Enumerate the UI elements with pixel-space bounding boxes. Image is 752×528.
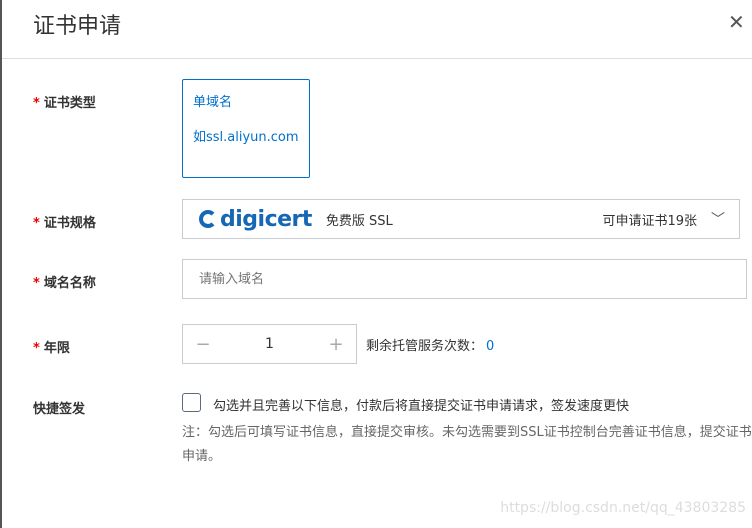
- watermark: https://blog.csdn.net/qq_43803285: [500, 500, 746, 516]
- close-icon[interactable]: ✕: [728, 10, 745, 34]
- digicert-logo: digicert: [199, 207, 312, 232]
- years-stepper[interactable]: − 1 +: [182, 324, 357, 364]
- product-name: 免费版 SSL: [325, 213, 393, 229]
- available-count: 可申请证书19张: [602, 213, 697, 229]
- quick-issue-label: 快捷签发: [33, 402, 86, 417]
- years-label: * 年限: [33, 341, 70, 356]
- increment-button[interactable]: +: [316, 334, 356, 355]
- quick-issue-checkbox[interactable]: [182, 393, 201, 412]
- window-edge: [0, 0, 2, 528]
- chevron-down-icon: ﹀: [711, 212, 725, 228]
- dialog-title: 证书申请: [33, 14, 122, 39]
- domain-input[interactable]: [182, 259, 747, 299]
- quick-issue-text[interactable]: 勾选并且完善以下信息，付款后将直接提交证书申请请求，签发速度更快: [213, 395, 629, 414]
- quick-issue-note: 注：勾选后可填写证书信息，直接提交审核。未勾选需要到SSL证书控制台完善证书信息…: [182, 425, 752, 464]
- option-example: 如ssl.aliyun.com: [193, 130, 299, 145]
- option-title: 单域名: [193, 95, 233, 110]
- cert-type-option-single-domain[interactable]: 单域名 如ssl.aliyun.com: [182, 79, 310, 178]
- remaining-hosting: 剩余托管服务次数： 0: [366, 339, 495, 354]
- divider: [2, 58, 752, 59]
- decrement-button[interactable]: −: [183, 334, 223, 355]
- years-value[interactable]: 1: [223, 336, 316, 352]
- cert-spec-label: * 证书规格: [33, 216, 96, 231]
- domain-label: * 域名名称: [33, 276, 96, 291]
- cert-spec-select[interactable]: digicert 免费版 SSL 可申请证书19张 ﹀: [182, 199, 740, 239]
- cert-type-label: * 证书类型: [33, 96, 96, 111]
